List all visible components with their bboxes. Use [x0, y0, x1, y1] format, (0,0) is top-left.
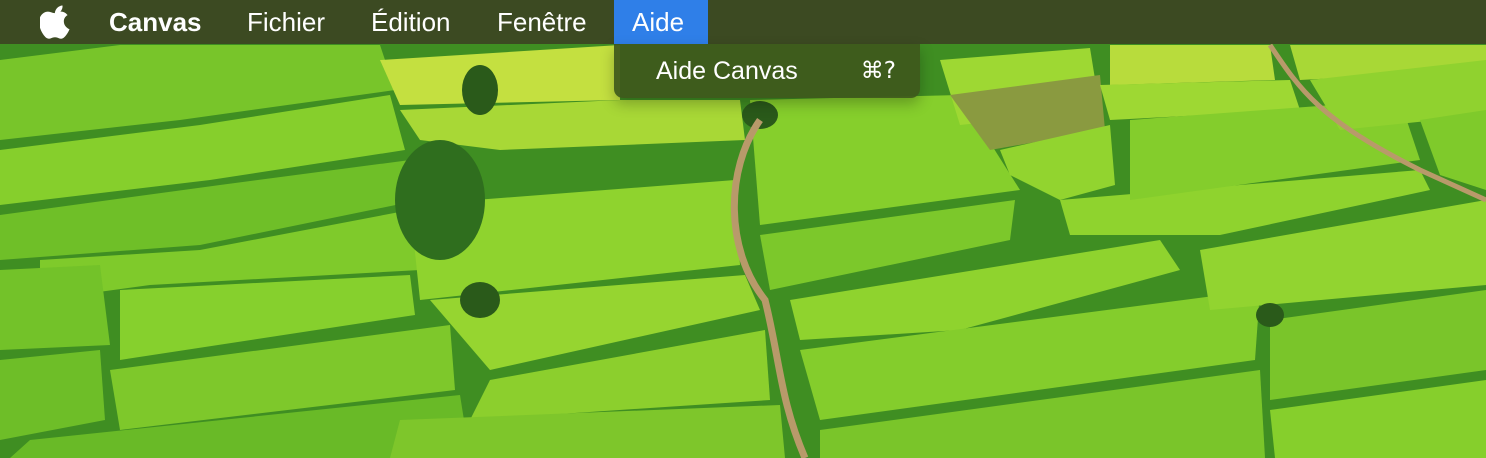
menu-fichier[interactable]: Fichier	[229, 0, 343, 44]
menu-app-name[interactable]: Canvas	[91, 0, 220, 44]
menu-bar: Canvas Fichier Édition Fenêtre Aide	[0, 0, 1486, 44]
apple-logo-icon[interactable]	[40, 5, 72, 39]
menu-aide[interactable]: Aide	[614, 0, 708, 44]
menu-item-label: Aide Canvas	[656, 57, 798, 85]
menu-item-shortcut: ⌘?	[860, 58, 896, 84]
menu-fenetre[interactable]: Fenêtre	[479, 0, 605, 44]
menu-item-aide-canvas[interactable]: Aide Canvas ⌘?	[614, 52, 920, 90]
menu-edition[interactable]: Édition	[353, 0, 469, 44]
aide-dropdown-menu: Aide Canvas ⌘?	[614, 44, 920, 98]
